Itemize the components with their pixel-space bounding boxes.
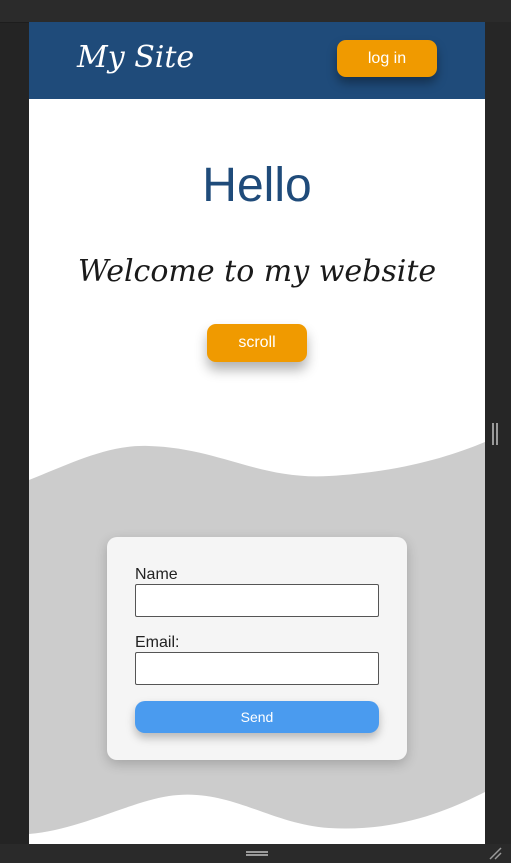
scroll-button[interactable]: scroll [207, 324, 307, 362]
site-title: My Site [77, 40, 195, 75]
page-viewport: My Site log in Hello Welcome to my websi… [29, 22, 485, 844]
name-label: Name [135, 566, 178, 583]
resize-corner-icon[interactable] [488, 846, 502, 860]
send-button[interactable]: Send [135, 701, 379, 733]
resize-handle-right[interactable] [492, 423, 498, 445]
contact-form: Name Email: Send [107, 537, 407, 760]
name-input[interactable] [135, 584, 379, 617]
hero-title: Hello [202, 159, 312, 212]
email-label: Email: [135, 634, 180, 651]
email-input[interactable] [135, 652, 379, 685]
window-right-gutter [485, 22, 511, 844]
site-header: My Site log in [29, 22, 485, 99]
hero-subtitle: Welcome to my website [77, 254, 437, 289]
resize-handle-bottom[interactable] [246, 851, 268, 856]
login-button[interactable]: log in [337, 40, 437, 77]
window-top-bar [0, 0, 511, 23]
